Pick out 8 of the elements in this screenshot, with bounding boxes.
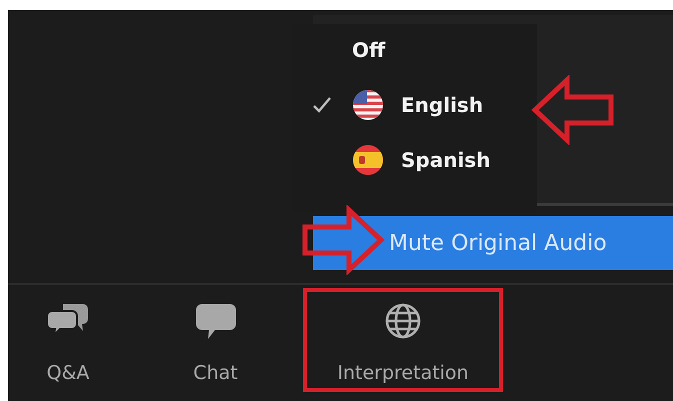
flag-icon xyxy=(352,144,384,176)
toolbar-button[interactable]: Interpretation xyxy=(337,292,469,388)
globe-icon xyxy=(384,302,422,340)
toolbar-button[interactable]: Q&A xyxy=(46,292,90,388)
chat-bubble-icon xyxy=(194,302,236,340)
checkmark-icon xyxy=(312,96,332,114)
toolbar-button[interactable]: Chat xyxy=(193,292,238,388)
flag-icon xyxy=(352,88,384,120)
